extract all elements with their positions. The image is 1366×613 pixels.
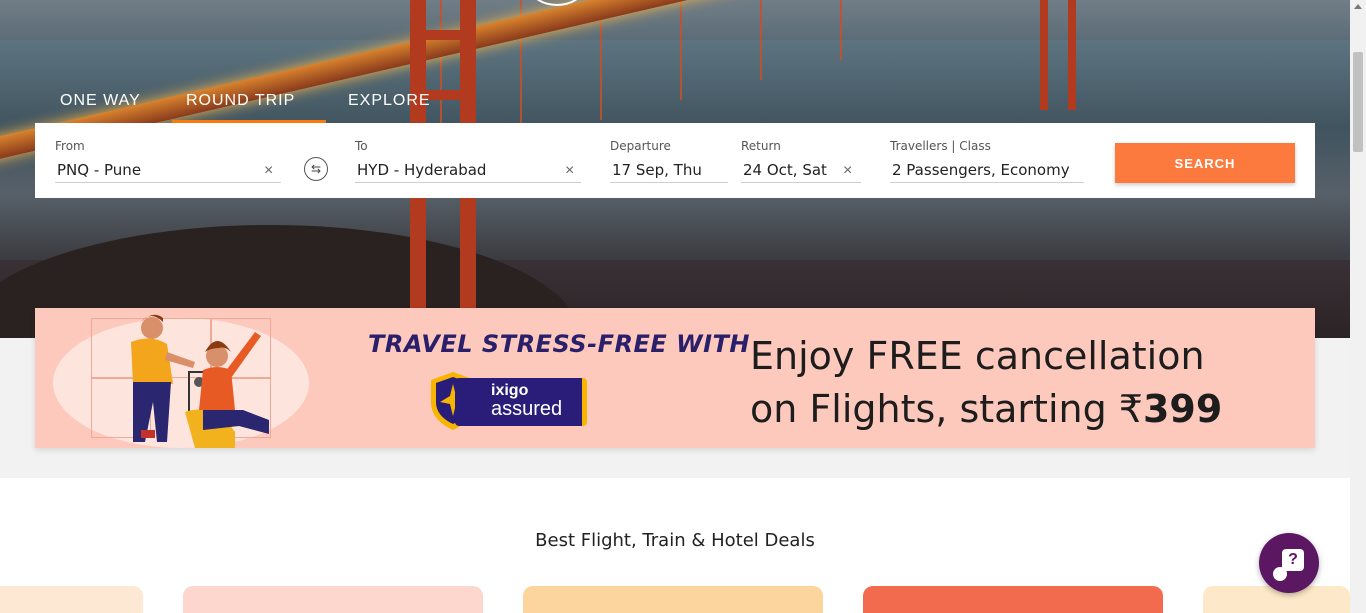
departure-input[interactable]: 17 Sep, Thu: [610, 159, 728, 183]
offer-line-2: on Flights, starting ₹399: [750, 387, 1223, 431]
search-button[interactable]: SEARCH: [1115, 143, 1295, 183]
bridge-tower-far: [1040, 0, 1048, 110]
from-label: From: [55, 139, 85, 153]
bridge-tower-far: [1068, 0, 1076, 110]
promo-banner[interactable]: TRAVEL STRESS-FREE WITH ixigo assured En…: [35, 308, 1315, 448]
user-avatar-icon: [1273, 567, 1287, 581]
to-input[interactable]: HYD - Hyderabad: [355, 159, 581, 183]
banner-headline: TRAVEL STRESS-FREE WITH: [368, 330, 750, 358]
departure-field[interactable]: Departure 17 Sep, Thu: [610, 139, 728, 183]
deal-card[interactable]: [0, 586, 143, 613]
departure-label: Departure: [610, 139, 671, 153]
to-clear-icon[interactable]: ×: [565, 163, 574, 179]
tab-explore[interactable]: EXPLORE: [326, 88, 431, 123]
banner-offer-text: Enjoy FREE cancellation on Flights, star…: [750, 330, 1222, 436]
to-field[interactable]: To HYD - Hyderabad: [355, 139, 581, 183]
trip-type-tabs: ONE WAY ROUND TRIP EXPLORE: [60, 88, 431, 123]
bridge-tower-beam: [410, 30, 476, 40]
help-chat-button[interactable]: ?: [1259, 533, 1319, 593]
tab-one-way[interactable]: ONE WAY: [60, 88, 172, 123]
deal-card[interactable]: [523, 586, 823, 613]
from-input[interactable]: PNQ - Pune: [55, 159, 281, 183]
page-scrollbar[interactable]: [1350, 0, 1366, 613]
swap-icon[interactable]: ⇆: [304, 157, 328, 181]
bridge-cable: [680, 0, 682, 100]
deal-card[interactable]: [863, 586, 1163, 613]
help-question-icon: ?: [1282, 549, 1304, 571]
deal-card[interactable]: [183, 586, 483, 613]
to-label: To: [355, 139, 368, 153]
offer-line-1: Enjoy FREE cancellation: [750, 334, 1205, 378]
travellers-input[interactable]: 2 Passengers, Economy: [890, 159, 1084, 183]
travellers-field[interactable]: Travellers | Class 2 Passengers, Economy: [890, 139, 1084, 183]
deals-title: Best Flight, Train & Hotel Deals: [535, 530, 815, 551]
scroll-up-icon[interactable]: [1354, 4, 1362, 9]
flight-search-form: From PNQ - Pune × ⇆ To HYD - Hyderabad ×…: [35, 123, 1315, 198]
from-clear-icon[interactable]: ×: [264, 163, 273, 179]
scrollbar-thumb[interactable]: [1353, 52, 1363, 152]
return-clear-icon[interactable]: ×: [843, 163, 852, 179]
bridge-cable: [840, 0, 842, 60]
brand-assured: assured: [491, 398, 563, 420]
bridge-cable: [760, 0, 762, 80]
offer-price: 399: [1142, 387, 1223, 431]
from-field[interactable]: From PNQ - Pune: [55, 139, 281, 183]
travelers-illustration: [131, 314, 269, 448]
return-label: Return: [741, 139, 781, 153]
travellers-label: Travellers | Class: [890, 139, 991, 153]
tab-round-trip[interactable]: ROUND TRIP: [172, 88, 326, 123]
ixigo-assured-logo: ixigo assured: [455, 378, 587, 426]
deals-section: Best Flight, Train & Hotel Deals: [0, 478, 1350, 613]
